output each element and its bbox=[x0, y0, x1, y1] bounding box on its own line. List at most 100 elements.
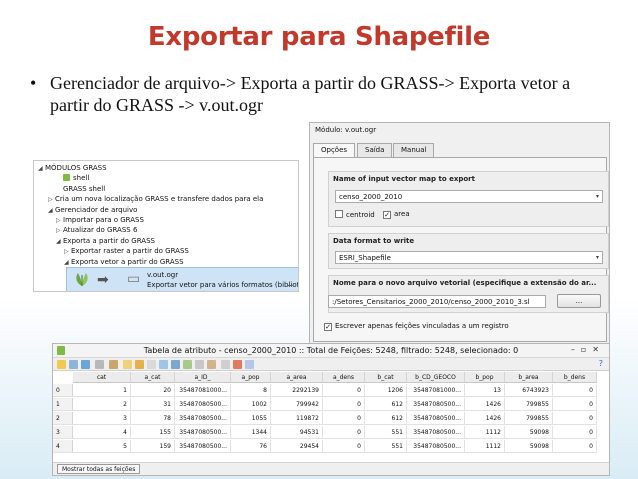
table-cell[interactable]: 78 bbox=[131, 412, 175, 425]
column-header[interactable]: b_CD_GEOCO bbox=[407, 372, 465, 383]
table-cell[interactable]: 2 bbox=[73, 398, 131, 411]
row-header[interactable]: 1 bbox=[53, 398, 73, 411]
copy-icon[interactable] bbox=[195, 360, 204, 369]
table-cell[interactable]: 3 bbox=[73, 412, 131, 425]
format-select[interactable]: ESRI_Shapefile ▾ bbox=[335, 251, 603, 264]
table-cell[interactable]: 0 bbox=[323, 384, 365, 397]
table-cell[interactable]: 13 bbox=[465, 384, 505, 397]
table-cell[interactable]: 119872 bbox=[271, 412, 323, 425]
tree-item[interactable]: GRASS shell bbox=[56, 184, 105, 194]
tree-item[interactable]: ◢ Exporta vetor a partir do GRASS bbox=[64, 257, 184, 267]
zoom-icon[interactable] bbox=[183, 360, 192, 369]
area-checkbox[interactable]: ✓ bbox=[383, 211, 391, 219]
table-cell[interactable]: 76 bbox=[231, 440, 271, 453]
input-vector-select[interactable]: censo_2000_2010 ▾ bbox=[335, 190, 603, 203]
table-cell[interactable]: 35487080500... bbox=[407, 412, 465, 425]
table-cell[interactable]: 2292139 bbox=[271, 384, 323, 397]
column-header[interactable]: b_dens bbox=[553, 372, 597, 383]
table-cell[interactable]: 0 bbox=[323, 426, 365, 439]
table-cell[interactable]: 20 bbox=[131, 384, 175, 397]
table-cell[interactable]: 0 bbox=[553, 384, 597, 397]
browse-button[interactable]: ... bbox=[557, 294, 601, 308]
column-header[interactable]: a_ID_ bbox=[175, 372, 231, 383]
delete-field-icon[interactable] bbox=[233, 360, 242, 369]
column-header[interactable]: a_dens bbox=[323, 372, 365, 383]
table-cell[interactable]: 1 bbox=[73, 384, 131, 397]
expand-toggle-icon[interactable]: ◢ bbox=[38, 164, 45, 174]
column-header[interactable]: a_cat bbox=[131, 372, 175, 383]
output-path-input[interactable]: :/Setores_Censitarios_2000_2010/censo_20… bbox=[328, 295, 546, 308]
table-cell[interactable]: 59098 bbox=[505, 440, 553, 453]
table-cell[interactable]: 799855 bbox=[505, 398, 553, 411]
table-cell[interactable]: 5 bbox=[73, 440, 131, 453]
expand-toggle-icon[interactable]: ◢ bbox=[56, 237, 63, 247]
delete-icon[interactable] bbox=[95, 360, 104, 369]
tab-saida[interactable]: Saída bbox=[357, 143, 393, 157]
table-cell[interactable]: 1112 bbox=[465, 426, 505, 439]
expression-icon[interactable] bbox=[109, 360, 118, 369]
table-cell[interactable]: 35487080500... bbox=[407, 398, 465, 411]
field-calculator-icon[interactable] bbox=[245, 360, 254, 369]
table-cell[interactable]: 35487080500... bbox=[407, 440, 465, 453]
tree-item[interactable]: ◢ Gerenciador de arquivo bbox=[48, 205, 137, 215]
table-cell[interactable]: 612 bbox=[365, 412, 407, 425]
table-cell[interactable]: 0 bbox=[323, 398, 365, 411]
tree-item[interactable]: shell bbox=[56, 173, 89, 183]
show-all-features-button[interactable]: Mostrar todas as feições bbox=[57, 464, 141, 474]
filter-icon[interactable] bbox=[159, 360, 168, 369]
table-cell[interactable]: 155 bbox=[131, 426, 175, 439]
tree-item-v-out-ogr[interactable]: ➡ ▭ v.out.ogr Exportar vetor para vários… bbox=[66, 267, 298, 291]
table-cell[interactable]: 1002 bbox=[231, 398, 271, 411]
tree-item[interactable]: ▷ Exportar raster a partir do GRASS bbox=[64, 246, 189, 256]
tab-manual[interactable]: Manual bbox=[393, 143, 435, 157]
table-cell[interactable]: 0 bbox=[323, 440, 365, 453]
table-cell[interactable]: 4 bbox=[73, 426, 131, 439]
table-cell[interactable]: 35487081000... bbox=[175, 384, 231, 397]
save-icon[interactable] bbox=[69, 360, 78, 369]
edit-pencil-icon[interactable] bbox=[57, 360, 66, 369]
row-header[interactable]: 0 bbox=[53, 384, 73, 397]
centroid-checkbox[interactable] bbox=[335, 210, 343, 218]
table-cell[interactable]: 799942 bbox=[271, 398, 323, 411]
tree-item[interactable]: ◢ Exporta a partir do GRASS bbox=[56, 236, 155, 246]
column-header[interactable]: cat bbox=[73, 372, 131, 383]
tree-item[interactable]: ◢ MÓDULOS GRASS bbox=[38, 163, 107, 173]
table-cell[interactable]: 0 bbox=[553, 440, 597, 453]
column-header[interactable]: b_pop bbox=[465, 372, 505, 383]
table-cell[interactable]: 6743923 bbox=[505, 384, 553, 397]
table-cell[interactable]: 551 bbox=[365, 440, 407, 453]
write-only-checkbox-row[interactable]: ✓ Escrever apenas feições vinculadas a um… bbox=[324, 322, 509, 331]
table-cell[interactable]: 1426 bbox=[465, 412, 505, 425]
table-cell[interactable]: 159 bbox=[131, 440, 175, 453]
refresh-icon[interactable] bbox=[81, 360, 90, 369]
table-cell[interactable]: 59098 bbox=[505, 426, 553, 439]
table-cell[interactable]: 0 bbox=[553, 398, 597, 411]
table-cell[interactable]: 35487080500... bbox=[175, 412, 231, 425]
select-all-icon[interactable] bbox=[123, 360, 132, 369]
row-header[interactable]: 2 bbox=[53, 412, 73, 425]
table-cell[interactable]: 0 bbox=[323, 412, 365, 425]
tree-item[interactable]: ▷ Importar para o GRASS bbox=[56, 215, 144, 225]
column-header[interactable]: b_cat bbox=[365, 372, 407, 383]
table-cell[interactable]: 35487080500... bbox=[175, 426, 231, 439]
deselect-icon[interactable] bbox=[147, 360, 156, 369]
pan-icon[interactable] bbox=[171, 360, 180, 369]
new-field-icon[interactable] bbox=[221, 360, 230, 369]
write-only-checkbox[interactable]: ✓ bbox=[324, 323, 332, 331]
table-cell[interactable]: 799855 bbox=[505, 412, 553, 425]
window-controls[interactable]: –▫✕ bbox=[571, 345, 605, 354]
column-header[interactable]: b_area bbox=[505, 372, 553, 383]
table-cell[interactable]: 35487080500... bbox=[407, 426, 465, 439]
invert-selection-icon[interactable] bbox=[135, 360, 144, 369]
table-cell[interactable]: 0 bbox=[553, 426, 597, 439]
table-cell[interactable]: 35487080500... bbox=[175, 440, 231, 453]
table-cell[interactable]: 35487081000... bbox=[407, 384, 465, 397]
table-cell[interactable]: 29454 bbox=[271, 440, 323, 453]
table-cell[interactable]: 1206 bbox=[365, 384, 407, 397]
row-header[interactable]: 4 bbox=[53, 440, 73, 453]
table-cell[interactable]: 612 bbox=[365, 398, 407, 411]
tree-item[interactable]: ▷ Cria um nova localização GRASS e transf… bbox=[48, 194, 263, 204]
tab-opcoes[interactable]: Opções bbox=[313, 143, 356, 158]
paste-icon[interactable] bbox=[207, 360, 216, 369]
row-header[interactable]: 3 bbox=[53, 426, 73, 439]
